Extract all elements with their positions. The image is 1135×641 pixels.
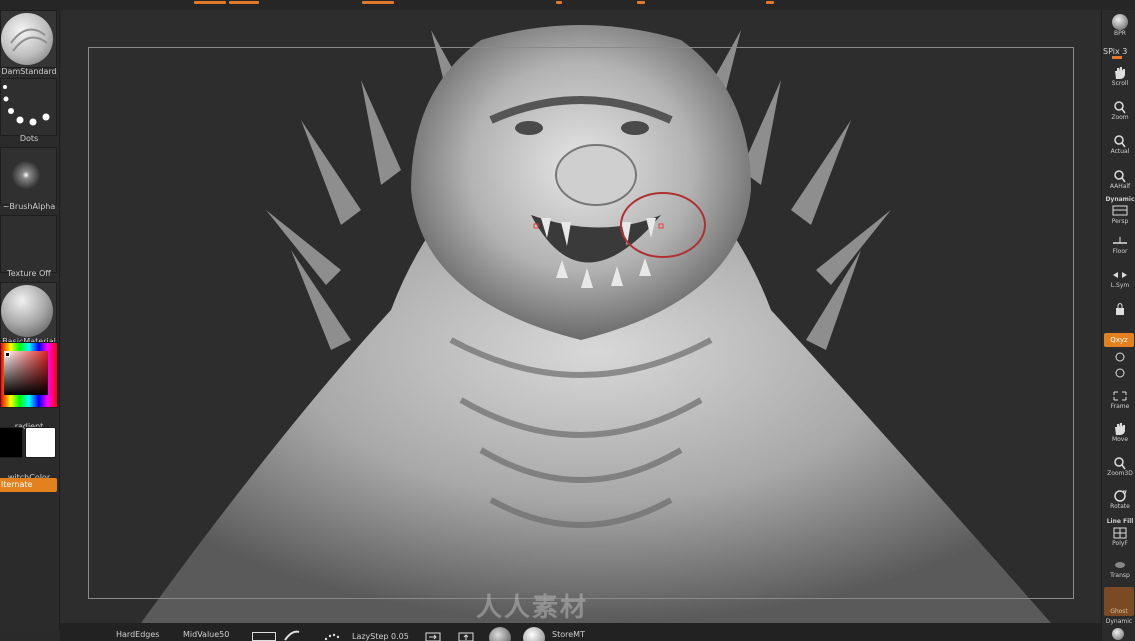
secondary-color-swatch[interactable] — [0, 427, 23, 458]
lock-icon — [1116, 303, 1124, 315]
lsym-button[interactable]: L.Sym — [1104, 268, 1135, 290]
import-arrow-icon[interactable] — [425, 632, 441, 641]
export-arrow-icon[interactable] — [458, 632, 474, 641]
move-button[interactable]: Move — [1104, 422, 1135, 444]
left-shelf: DamStandard Dots ~BrushAlpha Texture Off… — [0, 10, 60, 631]
scroll-button[interactable]: Scroll — [1104, 66, 1135, 88]
stroke-curve-icon[interactable] — [284, 630, 300, 641]
hand-icon — [1115, 423, 1125, 435]
lazystep-slider[interactable]: LazyStep 0.05 — [352, 632, 409, 641]
dots-icon[interactable] — [324, 632, 342, 641]
magnifier-icon — [1114, 170, 1126, 183]
rotate-y-button[interactable] — [1104, 350, 1135, 364]
top-slider-marker[interactable] — [362, 1, 394, 4]
top-slider-marker[interactable] — [637, 1, 645, 4]
document-frame — [88, 47, 1074, 599]
magnifier-icon — [1114, 101, 1126, 114]
midvalue-slider[interactable]: MidValue50 — [183, 630, 229, 639]
draw-rect-icon[interactable] — [252, 632, 276, 641]
rotate-icon — [1115, 368, 1125, 378]
rotate-z-button[interactable] — [1104, 366, 1135, 380]
frame-icon — [1113, 391, 1127, 401]
watermark: 人人素材 — [476, 593, 589, 623]
dots-stroke-icon — [3, 85, 50, 126]
alternate-button[interactable]: lternate — [0, 478, 57, 492]
brush-stroke-icon — [10, 28, 48, 52]
polyf-button[interactable]: Line Fill PolyF — [1104, 518, 1135, 548]
color-picker-cursor[interactable] — [5, 352, 10, 357]
top-slider-marker[interactable] — [194, 1, 226, 4]
top-slider-marker[interactable] — [556, 1, 562, 4]
storemt-button[interactable]: StoreMT — [552, 630, 585, 639]
rotate-3d-icon — [1114, 490, 1127, 502]
material-sphere-icon — [1, 285, 53, 337]
polyframe-grid-icon — [1113, 527, 1127, 539]
spix-label[interactable]: SPix 3 — [1103, 47, 1127, 56]
lock-button[interactable] — [1104, 302, 1135, 316]
magnifier-icon — [1114, 135, 1126, 148]
hardedges-button[interactable]: HardEdges — [116, 630, 159, 639]
brush-label: DamStandard — [1, 67, 57, 76]
stroke-thumbnail[interactable] — [0, 78, 57, 136]
actual-button[interactable]: Actual — [1104, 134, 1135, 156]
frame-button[interactable]: Frame — [1104, 389, 1135, 411]
transparency-icon — [1115, 562, 1125, 568]
main-color-swatch[interactable] — [25, 427, 56, 458]
aahalf-button[interactable]: AAHalf — [1104, 169, 1135, 191]
perspective-grid-icon — [1112, 205, 1128, 216]
alpha-label: ~BrushAlpha — [2, 202, 56, 211]
bpr-button[interactable]: BPR — [1104, 14, 1135, 38]
color-picker[interactable] — [0, 342, 58, 408]
top-slider-marker[interactable] — [229, 1, 259, 4]
brush-sphere-icon — [1, 13, 53, 65]
symmetry-arrows-icon — [1113, 272, 1127, 278]
brush-thumbnail[interactable] — [0, 10, 57, 68]
xyz-rotation-button[interactable]: Qxyz — [1104, 333, 1134, 347]
color-picker-square[interactable] — [4, 351, 48, 395]
alpha-thumbnail[interactable] — [0, 147, 57, 205]
zoom-button[interactable]: Zoom — [1104, 100, 1135, 122]
solo-sphere-icon[interactable] — [1112, 628, 1124, 640]
magnifier-icon — [1114, 457, 1126, 470]
texture-thumbnail[interactable] — [0, 215, 57, 273]
ghost-button[interactable]: Ghost — [1104, 587, 1134, 616]
persp-button[interactable]: Dynamic Persp — [1104, 196, 1135, 226]
hand-icon — [1115, 67, 1125, 79]
alpha-glow-icon — [9, 158, 43, 192]
rotate-button[interactable]: Rotate — [1104, 489, 1135, 511]
texture-label: Texture Off — [7, 269, 51, 278]
rotate-icon — [1115, 352, 1125, 362]
top-slider-marker[interactable] — [766, 1, 774, 4]
top-toolbar-strip — [0, 0, 1135, 10]
material-thumbnail[interactable] — [0, 282, 57, 340]
dynamic-label: Dynamic — [1105, 618, 1133, 625]
spix-slider[interactable] — [1112, 56, 1122, 59]
bpr-sphere-icon — [1112, 14, 1128, 30]
floor-button[interactable]: Floor — [1104, 234, 1135, 256]
transp-button[interactable]: Transp — [1104, 558, 1135, 580]
document-canvas[interactable]: 人人素材 — [61, 10, 1100, 623]
zoom3d-button[interactable]: Zoom3D — [1104, 456, 1135, 478]
floor-icon — [1113, 237, 1127, 244]
stroke-label: Dots — [19, 134, 39, 143]
